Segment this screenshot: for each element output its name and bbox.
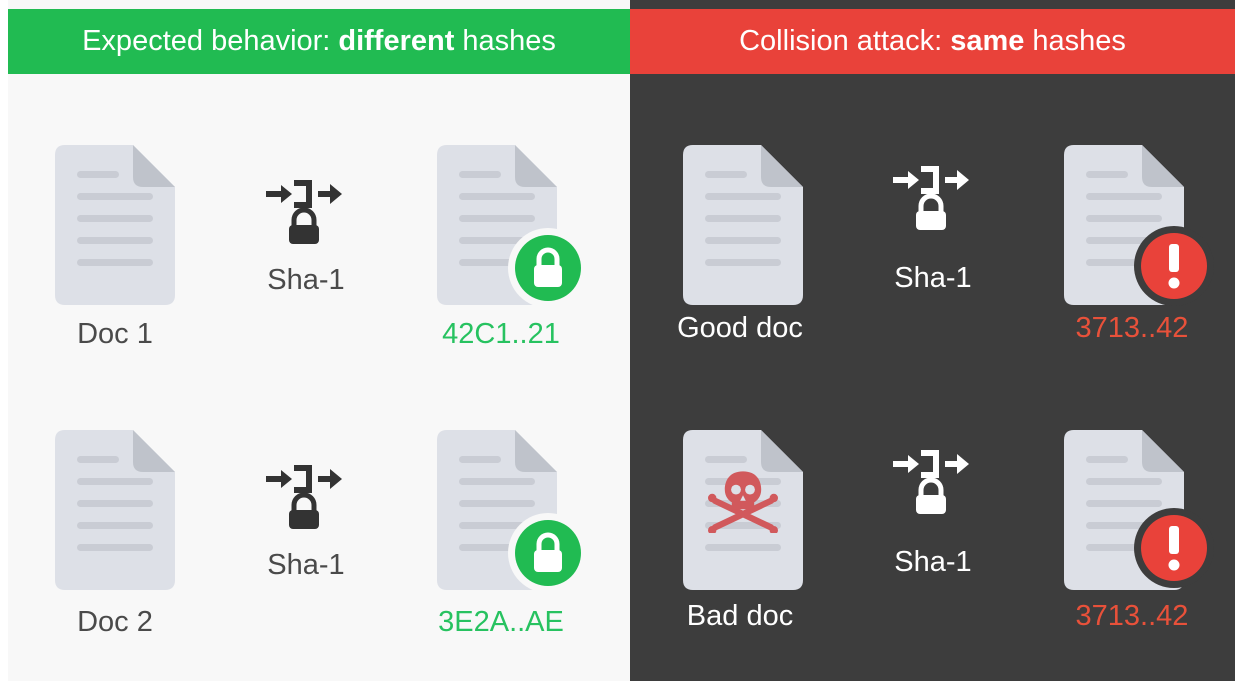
- algorithm-label: Sha-1: [894, 546, 972, 578]
- algorithm-label: Sha-1: [267, 549, 345, 581]
- doc-label: Doc 2: [77, 606, 153, 638]
- expected-behavior-header: Expected behavior: different hashes: [8, 9, 630, 74]
- hash-value: 3713..42: [1075, 600, 1189, 632]
- header-prefix: Collision attack:: [739, 25, 943, 57]
- expected-behavior-panel: Expected behavior: different hashes Doc …: [8, 0, 630, 681]
- header-suffix: hashes: [1032, 25, 1126, 57]
- hash-value: 42C1..21: [442, 318, 560, 350]
- header-emphasis: different: [338, 25, 455, 57]
- hash-value: 3713..42: [1075, 312, 1189, 344]
- header-emphasis: same: [950, 25, 1025, 57]
- collision-attack-panel: Collision attack: same hashes Good doc S…: [630, 0, 1235, 681]
- document-icon: [55, 430, 175, 590]
- collision-attack-header: Collision attack: same hashes: [630, 9, 1235, 74]
- doc-label: Bad doc: [686, 600, 794, 632]
- header-suffix: hashes: [462, 25, 556, 57]
- lock-badge-icon: [508, 228, 588, 308]
- lock-badge-icon: [508, 513, 588, 593]
- hash-function-icon: [266, 180, 346, 244]
- header-prefix: Expected behavior:: [82, 25, 331, 57]
- hash-function-icon: [893, 166, 973, 230]
- document-icon: [55, 145, 175, 305]
- hash-function-icon: [893, 450, 973, 514]
- doc-label: Good doc: [677, 312, 803, 344]
- hash-value: 3E2A..AE: [438, 606, 564, 638]
- exclamation-badge-icon: [1134, 508, 1214, 588]
- algorithm-label: Sha-1: [894, 262, 972, 294]
- doc-label: Doc 1: [77, 318, 153, 350]
- document-icon: [683, 145, 803, 305]
- exclamation-badge-icon: [1134, 226, 1214, 306]
- skull-crossbones-icon: [708, 470, 778, 533]
- hash-function-icon: [266, 465, 346, 529]
- algorithm-label: Sha-1: [267, 264, 345, 296]
